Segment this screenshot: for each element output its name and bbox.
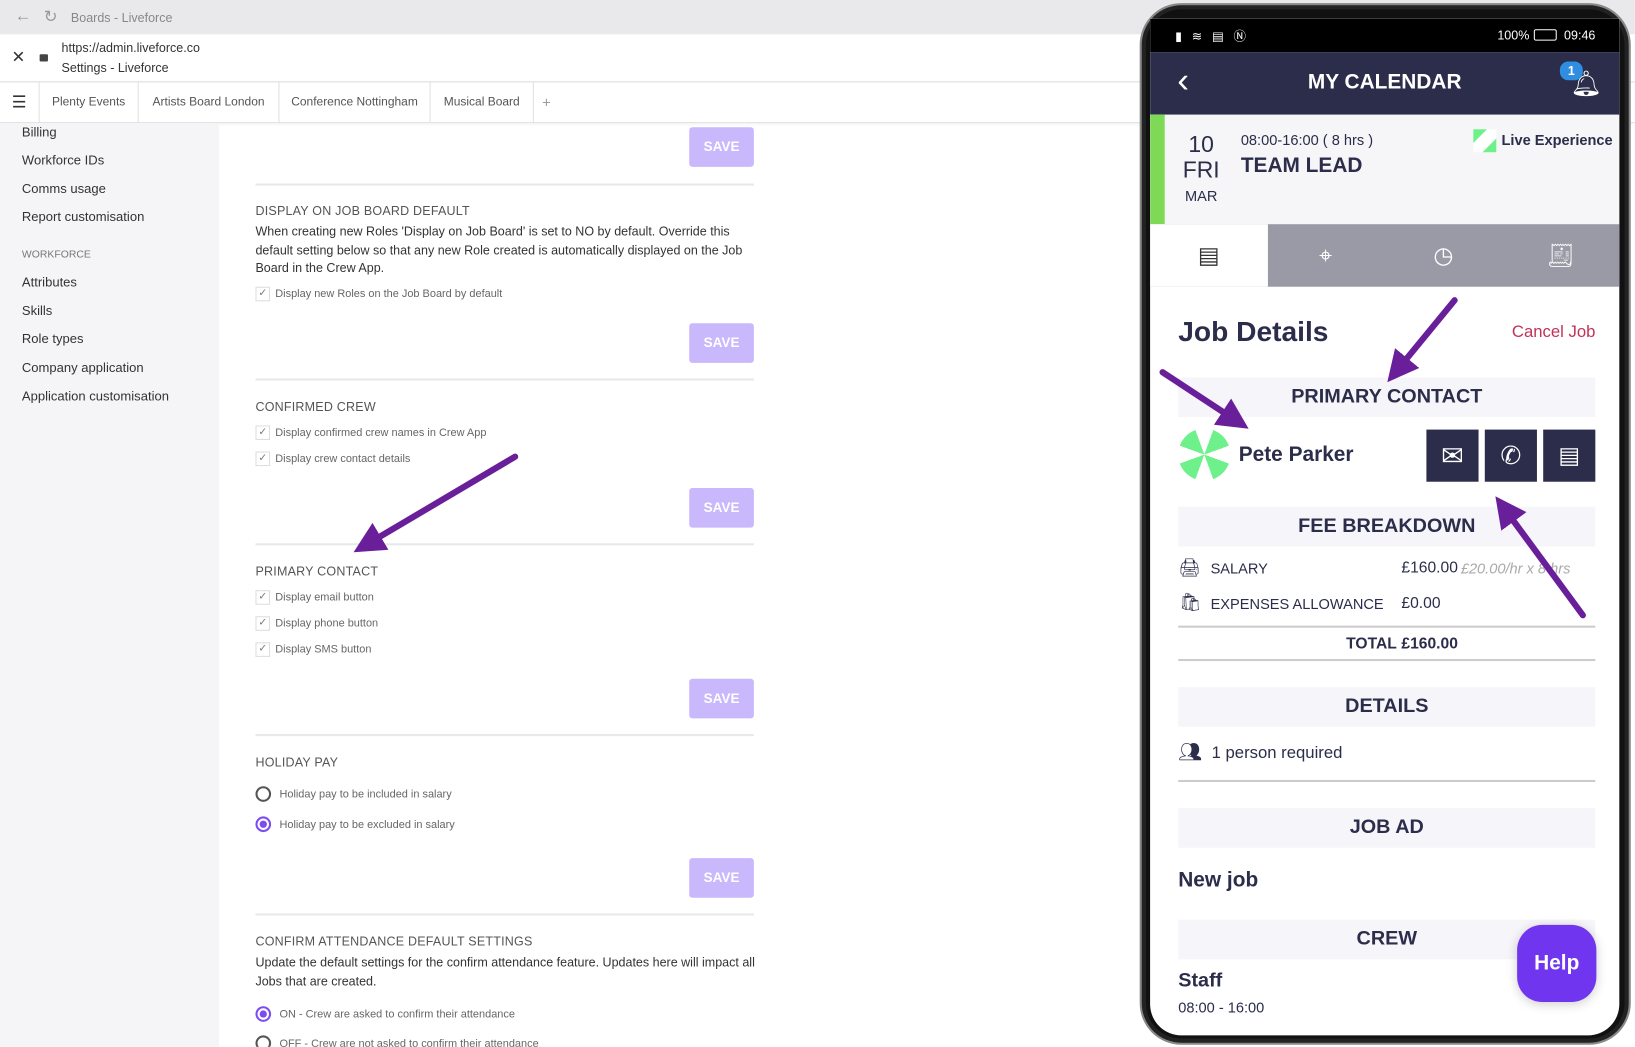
arrow-to-contact-name (1159, 369, 1249, 429)
arrow-to-phone-primary-contact (1387, 297, 1458, 383)
arrow-to-contact-buttons (1495, 496, 1586, 619)
annotation-arrows (353, 297, 1586, 619)
arrow-to-settings-primary-contact (353, 453, 519, 553)
